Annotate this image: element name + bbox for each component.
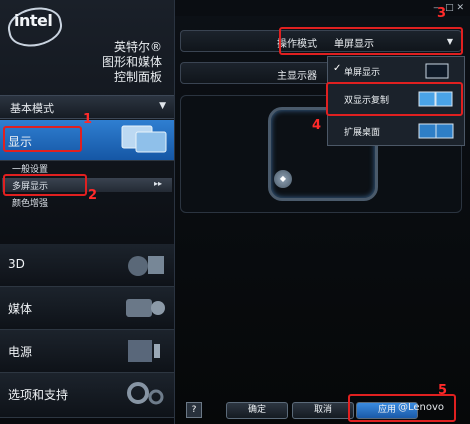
app-title-line: 控制面板 [113, 70, 162, 84]
annotation-number-3: 3 [437, 6, 447, 21]
intel-logo-text: intel [14, 11, 53, 30]
title-strip: — □ ✕ [175, 0, 470, 16]
annotation-box-5 [348, 394, 456, 422]
windows-logo-icon: ◆ [274, 170, 292, 188]
menu-item-extended-desktop[interactable]: 扩展桌面 [330, 119, 462, 143]
sidebar: intel 英特尔® 图形和媒体 控制面板 基本模式 ▼ 显示 一般设置 多屏显… [0, 0, 175, 424]
display-monitors-icon [121, 125, 167, 153]
help-button[interactable]: ? [186, 402, 202, 418]
sidebar-item-label: 选项和支持 [8, 388, 69, 402]
app-title-line: 图形和媒体 [101, 55, 162, 69]
menu-item-label: 扩展桌面 [344, 128, 381, 138]
annotation-box-3 [279, 27, 463, 55]
annotation-box-4 [326, 82, 463, 116]
annotation-number-2: 2 [88, 188, 98, 203]
app-title-line: 英特尔® [113, 40, 162, 54]
gears-icon [127, 382, 164, 405]
mode-label: 基本模式 [10, 102, 54, 115]
sidebar-subitem-color[interactable]: 颜色增强 [12, 196, 48, 209]
sidebar-item-label: 电源 [8, 345, 33, 359]
chevron-down-icon: ▼ [159, 101, 166, 111]
control-panel-window: intel 英特尔® 图形和媒体 控制面板 基本模式 ▼ 显示 一般设置 多屏显… [0, 0, 470, 424]
annotation-box-2 [3, 174, 87, 196]
ok-button[interactable]: 确定 [226, 402, 288, 419]
main-display-label: 主显示器 [277, 71, 317, 82]
menu-item-label: 单屏显示 [344, 68, 381, 78]
sidebar-item-media[interactable]: 媒体 [0, 287, 174, 330]
annotation-box-1 [3, 126, 82, 152]
annotation-number-4: 4 [312, 118, 322, 133]
check-icon: ✓ [333, 63, 342, 74]
sidebar-item-options-support[interactable]: 选项和支持 [0, 373, 174, 418]
extended-desktop-icon [418, 123, 454, 139]
menu-item-single-display[interactable]: ✓ 单屏显示 [330, 59, 462, 83]
power-plug-icon [128, 340, 160, 362]
sidebar-item-3d[interactable]: 3D [0, 244, 174, 287]
single-display-icon [425, 63, 449, 79]
3d-shapes-icon [128, 256, 164, 276]
annotation-number-5: 5 [438, 383, 448, 398]
fast-forward-icon: ▸▸ [153, 179, 162, 188]
media-camera-icon [126, 299, 165, 317]
app-title: 英特尔® 图形和媒体 控制面板 [42, 40, 162, 85]
sidebar-item-label: 媒体 [8, 302, 33, 316]
annotation-number-1: 1 [83, 112, 93, 127]
cancel-button[interactable]: 取消 [292, 402, 354, 419]
sidebar-item-power[interactable]: 电源 [0, 330, 174, 373]
sidebar-item-label: 3D [8, 257, 25, 271]
